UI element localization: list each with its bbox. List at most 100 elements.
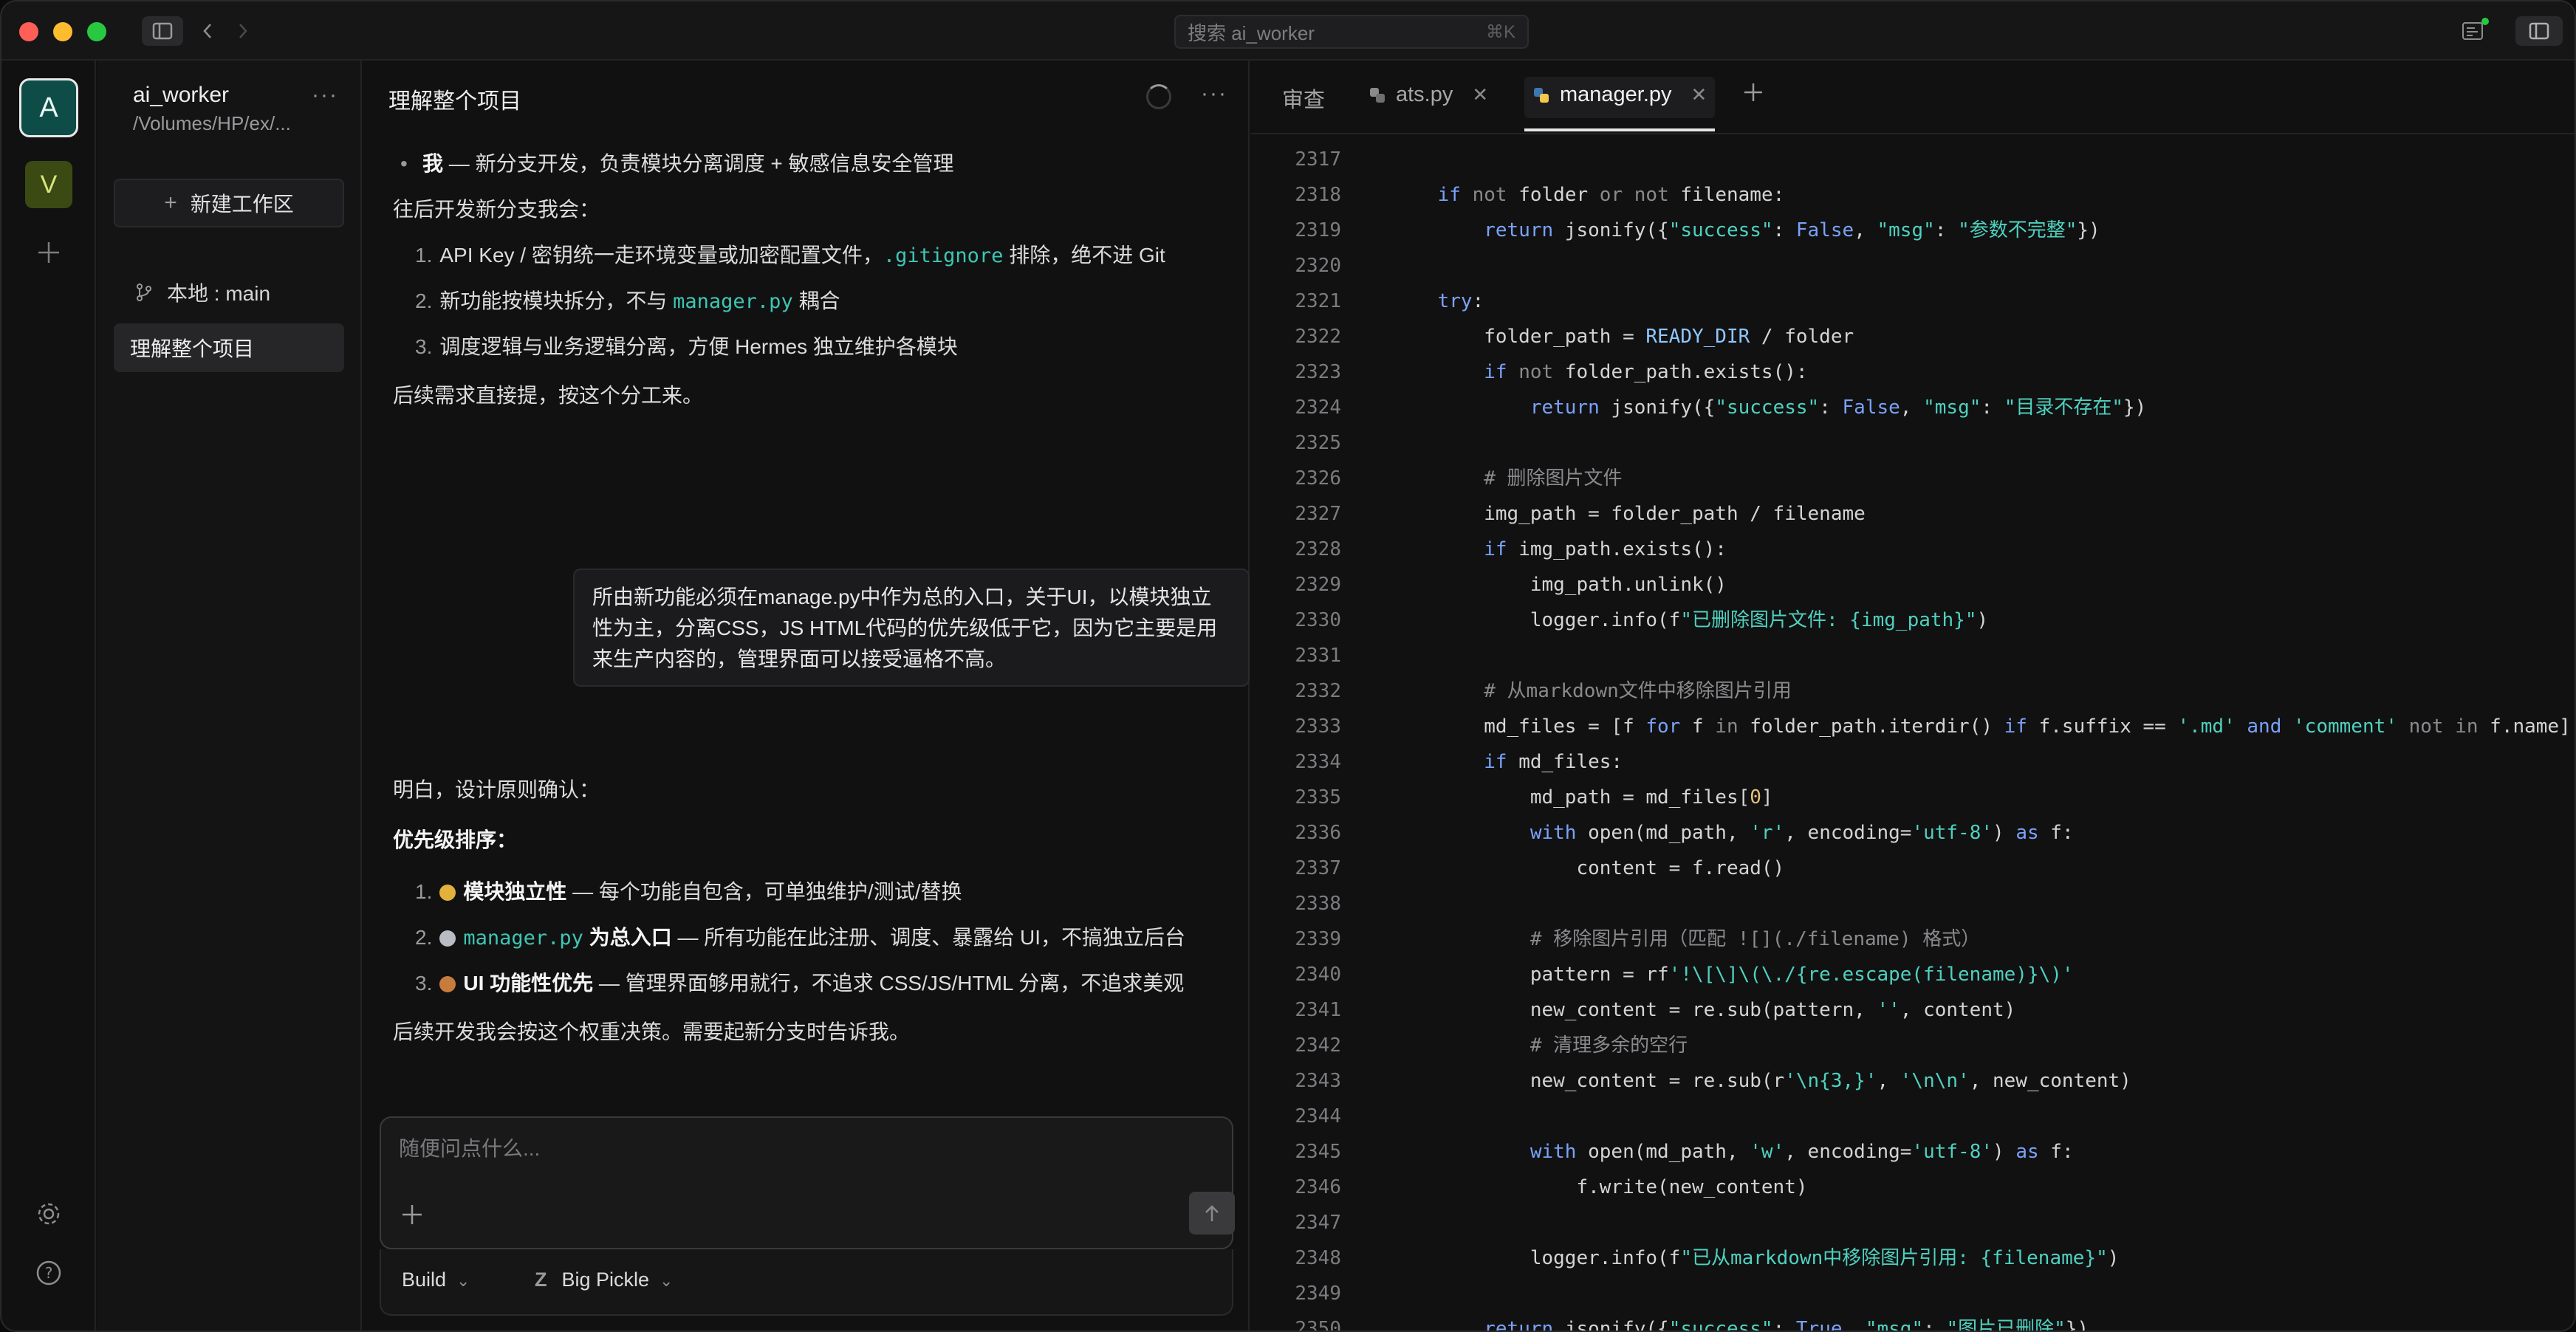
back-button[interactable] xyxy=(196,16,219,46)
chevron-down-icon: ⌄ xyxy=(660,1271,674,1290)
line-number: 2343 xyxy=(1295,1070,1341,1092)
line-number: 2333 xyxy=(1295,715,1341,738)
plus-icon xyxy=(38,242,59,263)
workspace-a-avatar[interactable]: A xyxy=(19,78,78,137)
code-text: # 移除图片引用（匹配 ![](./filename) 格式） xyxy=(1530,928,1981,950)
code-text: # 清理多余的空行 xyxy=(1530,1034,1688,1057)
workspace-v-avatar[interactable]: V xyxy=(25,161,72,208)
message-input[interactable] xyxy=(399,1133,1211,1165)
line-number: 2347 xyxy=(1295,1212,1341,1234)
arrow-up-icon xyxy=(1205,1205,1219,1221)
line-number: 2324 xyxy=(1295,396,1341,419)
settings-button[interactable] xyxy=(32,1198,65,1230)
future-intro: 往后开发新分支我会： xyxy=(393,198,600,221)
chat-pane: 理解整个项目 ··· 我 — 新分支开发，负责模块分离调度 + 敏感信息安全管理… xyxy=(363,61,1250,1331)
plus-icon: + xyxy=(164,190,177,215)
chat-more-button[interactable]: ··· xyxy=(1201,81,1227,106)
toggle-sidebar-button[interactable] xyxy=(142,16,183,46)
active-tab-indicator xyxy=(1524,128,1715,131)
line-number: 2335 xyxy=(1295,786,1341,809)
code-text: return jsonify({"success": False, "msg":… xyxy=(1530,396,2147,419)
line-number: 2328 xyxy=(1295,538,1341,560)
line-number: 2331 xyxy=(1295,645,1341,667)
search-box[interactable]: 搜索 ai_worker ⌘K xyxy=(1174,15,1529,49)
silver-medal-icon xyxy=(439,930,456,947)
tab-manager-py[interactable]: manager.py ✕ xyxy=(1532,83,1707,107)
line-number: 2349 xyxy=(1295,1283,1341,1305)
line-number: 2317 xyxy=(1295,148,1341,171)
line-number: 2341 xyxy=(1295,999,1341,1021)
priority-title: 优先级排序： xyxy=(393,828,518,851)
status-panel-button[interactable] xyxy=(2456,16,2489,46)
chevron-right-icon xyxy=(239,24,247,38)
minimize-window-button[interactable] xyxy=(53,22,72,41)
forward-button[interactable] xyxy=(232,16,254,46)
bronze-medal-icon xyxy=(439,976,456,992)
line-number: 2344 xyxy=(1295,1105,1341,1127)
editor-tabs: 审查 ats.py ✕ manager.py ✕ xyxy=(1251,61,2575,134)
project-title: ai_worker xyxy=(133,83,230,107)
search-placeholder: 搜索 ai_worker xyxy=(1188,21,1315,44)
sidebar-icon xyxy=(152,22,173,40)
line-number: 2336 xyxy=(1295,822,1341,844)
line-number: 2323 xyxy=(1295,361,1341,383)
code-text: logger.info(f"已从markdown中移除图片引用: {filena… xyxy=(1391,1247,2120,1269)
code-text: # 删除图片文件 xyxy=(1484,467,1623,490)
help-button[interactable]: ? xyxy=(32,1257,65,1289)
git-branch-icon xyxy=(137,284,151,301)
zoom-window-button[interactable] xyxy=(87,22,106,41)
list-item: 1. API Key / 密钥统一走环境变量或加密配置文件，.gitignore … xyxy=(415,244,1165,267)
toggle-right-panel-button[interactable] xyxy=(2515,16,2563,46)
list-item: 2. manager.py 为总入口 — 所有功能在此注册、调度、暴露给 UI，不… xyxy=(415,926,1186,950)
attach-button[interactable] xyxy=(400,1201,424,1234)
workspace-rail: A V ? xyxy=(1,61,96,1331)
bullet-item: 我 — 新分支开发，负责模块分离调度 + 敏感信息安全管理 xyxy=(400,149,953,179)
line-number: 2350 xyxy=(1295,1318,1341,1332)
code-text: return jsonify({"success": True, "msg": … xyxy=(1484,1318,2089,1332)
line-number: 2338 xyxy=(1295,893,1341,915)
code-text: try: xyxy=(1437,290,1484,312)
code-text: return jsonify({"success": False, "msg":… xyxy=(1484,219,2100,241)
gold-medal-icon xyxy=(439,885,456,901)
project-more-button[interactable]: ··· xyxy=(312,83,338,108)
assistant-closing: 后续需求直接提，按这个分工来。 xyxy=(393,384,704,407)
close-icon[interactable]: ✕ xyxy=(1691,83,1707,106)
close-window-button[interactable] xyxy=(19,22,38,41)
code-text: pattern = rf'!\[\]\(\./{re.escape(filena… xyxy=(1391,964,2074,986)
line-number: 2318 xyxy=(1295,184,1341,206)
line-number: 2319 xyxy=(1295,219,1341,241)
model-selector[interactable]: Z Big Pickle ⌄ xyxy=(535,1269,673,1291)
close-icon[interactable]: ✕ xyxy=(1472,83,1488,106)
code-text: # 从markdown文件中移除图片引用 xyxy=(1484,680,1792,702)
gear-icon xyxy=(38,1203,60,1225)
line-number: 2330 xyxy=(1295,609,1341,631)
code-text: new_content = re.sub(pattern, '', conten… xyxy=(1391,999,2016,1021)
add-workspace-button[interactable] xyxy=(31,235,66,270)
line-number: 2332 xyxy=(1295,680,1341,702)
composer-footer: Build ⌄ Z Big Pickle ⌄ xyxy=(380,1249,1233,1316)
new-workspace-button[interactable]: + 新建工作区 xyxy=(114,179,344,227)
code-text: with open(md_path, 'w', encoding='utf-8'… xyxy=(1530,1141,2074,1163)
code-text: if md_files: xyxy=(1484,751,1623,773)
code-text: new_content = re.sub(r'\n{3,}', '\n\n', … xyxy=(1391,1070,2131,1092)
session-item-active[interactable]: 理解整个项目 xyxy=(114,323,344,372)
send-button[interactable] xyxy=(1189,1192,1235,1235)
zen-icon: Z xyxy=(535,1269,547,1291)
tab-review[interactable]: 审查 xyxy=(1282,83,1325,114)
python-file-icon xyxy=(1370,87,1385,103)
chevron-left-icon xyxy=(203,24,211,38)
project-path: /Volumes/HP/ex/... xyxy=(133,112,291,134)
mode-selector[interactable]: Build ⌄ xyxy=(402,1269,470,1291)
reply-intro: 明白，设计原则确认： xyxy=(393,778,600,801)
branch-item[interactable]: 本地 : main xyxy=(134,278,270,307)
code-text: if not folder or not filename: xyxy=(1437,184,1785,206)
new-tab-button[interactable] xyxy=(1741,78,1765,111)
code-text: f.write(new_content) xyxy=(1391,1176,1808,1198)
app-window: 搜索 ai_worker ⌘K A V ? ai_worker /Volumes… xyxy=(0,0,2576,1332)
chevron-down-icon: ⌄ xyxy=(456,1271,470,1290)
code-text: if not folder_path.exists(): xyxy=(1484,361,1808,383)
status-dot xyxy=(2481,18,2489,25)
list-item: 3. 调度逻辑与业务逻辑分离，方便 Hermes 独立维护各模块 xyxy=(415,335,958,358)
tab-ats-py[interactable]: ats.py ✕ xyxy=(1368,83,1488,107)
line-number: 2326 xyxy=(1295,467,1341,490)
